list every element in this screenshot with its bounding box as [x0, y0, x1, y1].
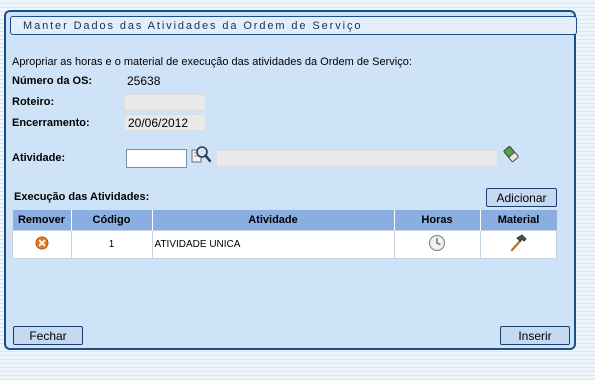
codigo-cell: 1	[70, 230, 153, 259]
hammer-icon[interactable]	[508, 233, 528, 256]
roteiro-label: Roteiro:	[12, 96, 55, 108]
roteiro-field	[124, 94, 206, 111]
col-remover: Remover	[12, 210, 72, 231]
execucao-title: Execução das Atividades:	[14, 191, 150, 203]
remove-cell	[12, 230, 72, 259]
col-material: Material	[480, 210, 557, 231]
material-cell	[479, 230, 557, 259]
os-number-field: 25638	[127, 74, 161, 88]
window-title: Manter Dados das Atividades da Ordem de …	[23, 20, 363, 32]
encerramento-label: Encerramento:	[12, 117, 90, 129]
eraser-icon[interactable]	[502, 145, 520, 163]
encerramento-field: 20/06/2012	[124, 114, 206, 131]
atividade-description-field	[216, 150, 498, 167]
atividade-label: Atividade:	[12, 152, 66, 164]
col-horas: Horas	[394, 210, 481, 231]
insert-button[interactable]: Inserir	[500, 326, 570, 345]
clock-icon[interactable]	[428, 234, 446, 255]
col-atividade: Atividade	[152, 210, 395, 231]
table-row: 1 ATIVIDADE UNICA	[12, 230, 557, 259]
magnifier-icon[interactable]	[190, 145, 212, 165]
atividade-code-input[interactable]	[126, 149, 187, 168]
atividade-cell: ATIVIDADE UNICA	[151, 230, 395, 259]
activities-table: Remover Código Atividade Horas Material …	[12, 210, 557, 259]
col-codigo: Código	[71, 210, 153, 231]
add-activity-button[interactable]: Adicionar	[486, 188, 557, 207]
os-label: Número da OS:	[12, 75, 93, 87]
remove-x-icon[interactable]	[35, 236, 49, 253]
title-bar: Manter Dados das Atividades da Ordem de …	[10, 16, 577, 35]
close-button[interactable]: Fechar	[13, 326, 83, 345]
instructions-text: Apropriar as horas e o material de execu…	[12, 56, 412, 68]
horas-cell	[393, 230, 481, 259]
